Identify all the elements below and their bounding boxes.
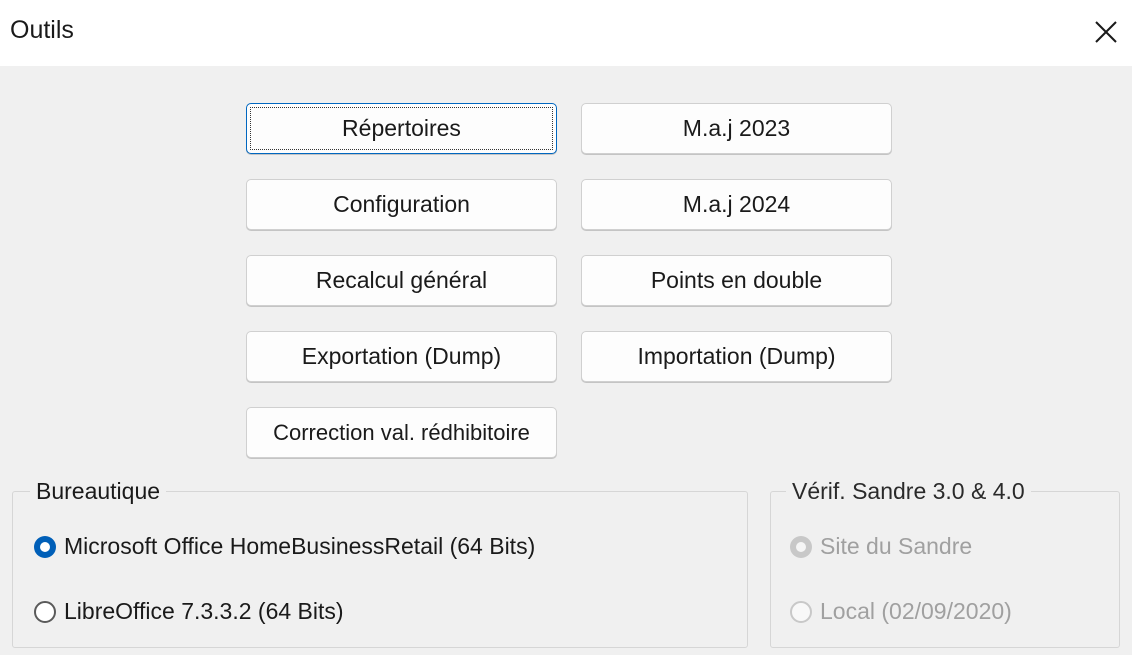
close-icon xyxy=(1095,21,1117,43)
repertoires-button[interactable]: Répertoires xyxy=(246,103,557,154)
radio-button-checked-disabled xyxy=(790,535,812,558)
radio-button-disabled xyxy=(790,600,812,623)
correction-val-redhibitoire-button[interactable]: Correction val. rédhibitoire xyxy=(246,407,557,458)
window-title: Outils xyxy=(10,16,74,44)
configuration-button[interactable]: Configuration xyxy=(246,179,557,230)
radio-option-site-du-sandre: Site du Sandre xyxy=(790,533,972,560)
radio-button[interactable] xyxy=(34,600,56,623)
recalcul-general-button[interactable]: Recalcul général xyxy=(246,255,557,306)
exportation-dump-button[interactable]: Exportation (Dump) xyxy=(246,331,557,382)
points-en-double-button[interactable]: Points en double xyxy=(581,255,892,306)
title-bar: Outils xyxy=(0,0,1132,66)
bureautique-legend: Bureautique xyxy=(30,478,167,505)
maj-2023-button[interactable]: M.a.j 2023 xyxy=(581,103,892,154)
close-button[interactable] xyxy=(1086,12,1126,52)
maj-2024-button[interactable]: M.a.j 2024 xyxy=(581,179,892,230)
radio-label: LibreOffice 7.3.3.2 (64 Bits) xyxy=(64,598,344,624)
radio-option-local: Local (02/09/2020) xyxy=(790,598,1012,625)
radio-button-checked[interactable] xyxy=(34,535,56,558)
radio-label: Local (02/09/2020) xyxy=(820,598,1012,624)
verif-sandre-legend: Vérif. Sandre 3.0 & 4.0 xyxy=(786,478,1031,505)
radio-label: Site du Sandre xyxy=(820,533,973,559)
radio-option-libreoffice[interactable]: LibreOffice 7.3.3.2 (64 Bits) xyxy=(34,598,344,625)
importation-dump-button[interactable]: Importation (Dump) xyxy=(581,331,892,382)
radio-label: Microsoft Office HomeBusinessRetail (64 … xyxy=(64,533,536,559)
radio-option-microsoft-office[interactable]: Microsoft Office HomeBusinessRetail (64 … xyxy=(34,533,535,560)
